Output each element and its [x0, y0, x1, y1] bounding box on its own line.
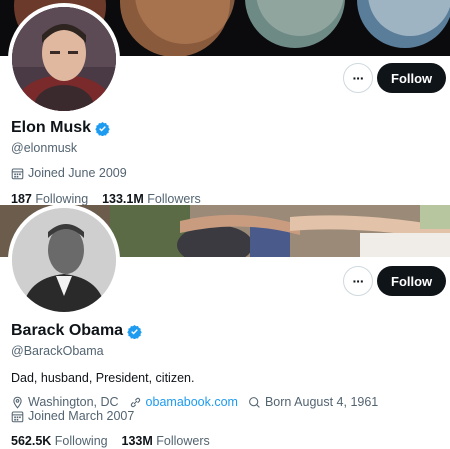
website-link[interactable]: obamabook.com [146, 395, 238, 409]
more-options-icon: ··· [352, 70, 365, 86]
avatar-portrait-image [12, 7, 116, 111]
calendar-icon [11, 168, 24, 179]
location-pin-icon [13, 396, 22, 409]
verified-badge-icon [127, 324, 142, 339]
followers-link[interactable]: 133.1M Followers [102, 192, 201, 205]
more-options-button[interactable]: ··· [343, 266, 373, 296]
joined-date-text: Joined March 2007 [28, 409, 135, 423]
avatar[interactable] [8, 3, 120, 115]
profile-name-row: Elon Musk [11, 119, 110, 137]
followers-link[interactable]: 133M Followers [122, 434, 210, 448]
following-link[interactable]: 562.5K Following [11, 434, 108, 448]
followers-count: 133.1M [102, 192, 144, 205]
joined-date-row: Joined March 2007 [11, 409, 134, 423]
joined-date-row: Joined June 2009 [11, 166, 127, 180]
profile-name: Elon Musk [11, 119, 92, 136]
born-date-text: Born August 4, 1961 [264, 395, 379, 409]
profile-meta-row: Washington, DC obamabook.com Born August… [11, 395, 378, 409]
profile-name-row: Barack Obama [11, 322, 142, 340]
follow-stats: 562.5K Following 133M Followers [11, 434, 210, 448]
profile-handle: @elonmusk [11, 141, 78, 155]
joined-date-text: Joined June 2009 [28, 166, 127, 180]
follow-stats: 187 Following 133.1M Followers [11, 192, 201, 205]
follow-button[interactable]: Follow [377, 63, 447, 93]
more-options-icon: ··· [352, 273, 365, 289]
calendar-icon [11, 411, 24, 422]
following-label: Following [54, 434, 108, 448]
location-text: Washington, DC [28, 395, 119, 409]
avatar[interactable] [8, 205, 120, 316]
following-label: Following [35, 192, 89, 205]
following-link[interactable]: 187 Following [11, 192, 88, 205]
birthday-icon [249, 396, 260, 408]
avatar-portrait-image [12, 208, 116, 312]
following-count: 562.5K [11, 434, 52, 448]
following-count: 187 [11, 192, 32, 205]
profile-name: Barack Obama [11, 322, 124, 339]
profile-bio: Dad, husband, President, citizen. [11, 371, 195, 385]
follow-button[interactable]: Follow [377, 266, 447, 296]
followers-label: Followers [147, 192, 201, 205]
more-options-button[interactable]: ··· [343, 63, 373, 93]
followers-count: 133M [121, 434, 153, 448]
profile-card-obama: ··· Follow Barack Obama @BarackObama Dad… [0, 205, 450, 449]
link-icon [130, 397, 140, 407]
profile-card-elon: ··· Follow Elon Musk @elonmusk Joined Ju… [0, 0, 450, 205]
profile-handle: @BarackObama [11, 344, 104, 358]
verified-badge-icon [95, 121, 110, 136]
followers-label: Followers [156, 434, 210, 448]
